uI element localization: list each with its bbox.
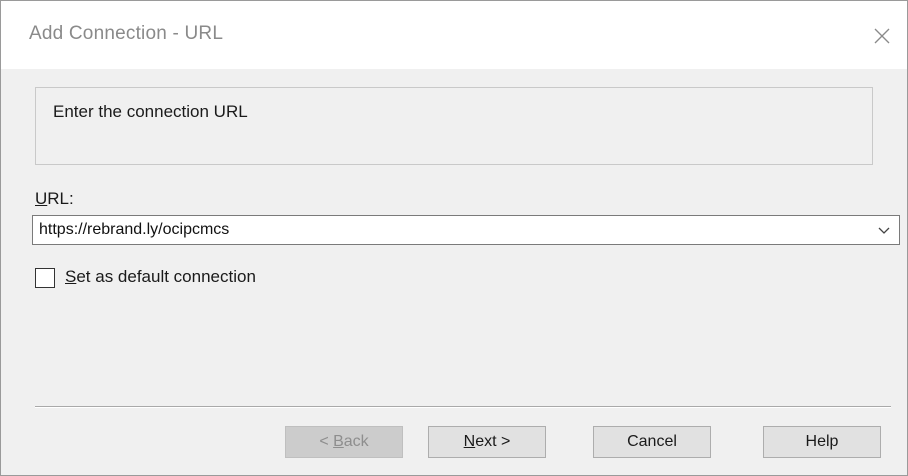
back-button-prefix: < — [319, 433, 334, 450]
window-title: Add Connection - URL — [29, 23, 224, 44]
url-label-mnemonic: U — [35, 189, 48, 208]
button-separator — [35, 406, 891, 408]
url-dropdown-button[interactable] — [873, 219, 895, 241]
help-button[interactable]: Help — [763, 426, 881, 458]
url-input-value: https://rebrand.ly/ocipcmcs — [39, 221, 230, 238]
back-button-rest: ack — [343, 433, 369, 450]
title-bar: Add Connection - URL — [1, 1, 907, 69]
default-connection-label: Set as default connection — [65, 267, 256, 287]
instruction-panel: Enter the connection URL — [35, 87, 873, 165]
help-button-label: Help — [805, 433, 839, 450]
url-combobox[interactable]: https://rebrand.ly/ocipcmcs — [32, 215, 900, 245]
default-connection-mnemonic: S — [65, 267, 77, 286]
default-connection-checkbox[interactable] — [35, 268, 55, 288]
next-button-mnemonic: N — [463, 433, 476, 450]
add-connection-dialog: Add Connection - URL Enter the connectio… — [0, 0, 908, 476]
cancel-button-label: Cancel — [627, 433, 677, 450]
cancel-button[interactable]: Cancel — [593, 426, 711, 458]
default-connection-label-rest: et as default connection — [76, 267, 256, 286]
next-button[interactable]: Next > — [428, 426, 546, 458]
close-icon — [874, 28, 890, 44]
url-label: URL: — [35, 189, 74, 209]
close-button[interactable] — [865, 19, 899, 53]
url-label-rest: RL: — [47, 189, 74, 208]
chevron-down-icon — [878, 227, 890, 234]
back-button[interactable]: < Back — [285, 426, 403, 458]
next-button-rest: ext > — [475, 433, 511, 450]
back-button-mnemonic: B — [333, 433, 344, 450]
instruction-text: Enter the connection URL — [53, 102, 248, 121]
